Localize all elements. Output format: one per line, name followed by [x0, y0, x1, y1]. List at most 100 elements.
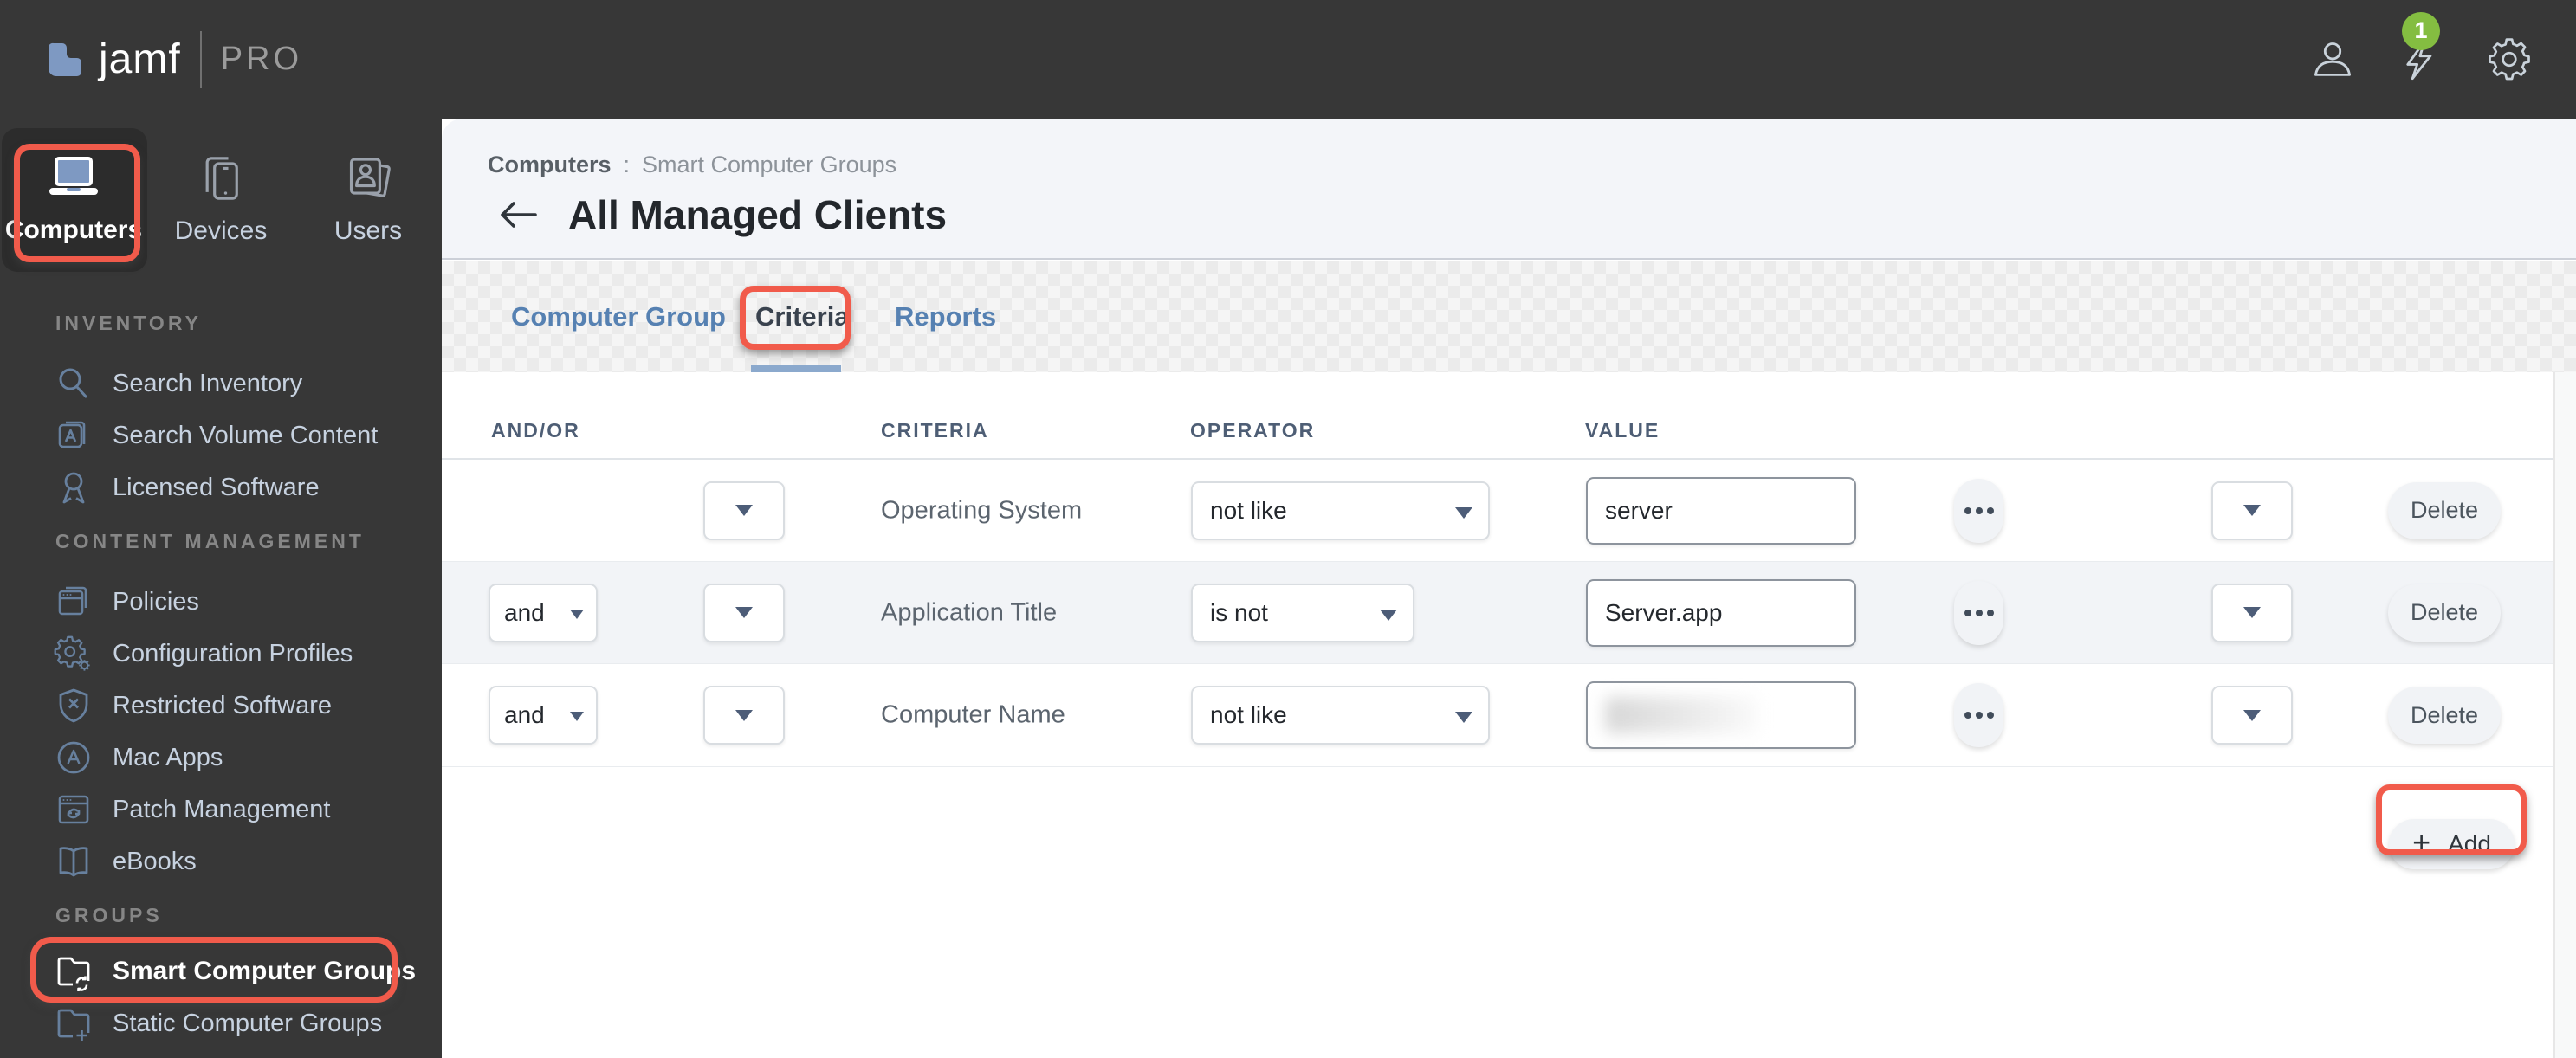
- delete-button[interactable]: Delete: [2388, 584, 2501, 642]
- chevron-down-icon: [735, 607, 753, 618]
- and-or-parenthesis-select[interactable]: [703, 583, 785, 642]
- delete-button[interactable]: Delete: [2388, 687, 2501, 744]
- breadcrumb: Computers : Smart Computer Groups: [488, 152, 896, 178]
- sidebar-tab-computers[interactable]: Computers: [0, 126, 147, 274]
- folder-plus-icon: [54, 1003, 94, 1043]
- app-store-icon: [54, 738, 94, 777]
- chevron-down-icon: [1455, 506, 1472, 519]
- page-header: Computers : Smart Computer Groups All Ma…: [442, 119, 2576, 260]
- back-arrow-icon[interactable]: [497, 198, 539, 231]
- sidebar-item-mac-apps[interactable]: Mac Apps: [0, 732, 442, 784]
- breadcrumb-separator: :: [623, 152, 631, 177]
- sidebar-item-smart-computer-groups[interactable]: Smart Computer Groups: [0, 945, 442, 997]
- row-dropdown[interactable]: [2211, 481, 2293, 540]
- operator-select[interactable]: not like: [1191, 481, 1490, 540]
- sidebar-section-groups: GROUPS: [55, 904, 163, 926]
- search-icon: [54, 364, 94, 403]
- column-header-value: VALUE: [1585, 419, 1660, 442]
- column-header-operator: OPERATOR: [1190, 419, 1316, 442]
- table-header-row: AND/OR CRITERIA OPERATOR VALUE: [442, 372, 2553, 460]
- sidebar-item-patch-management[interactable]: Patch Management: [0, 784, 442, 835]
- tab-criteria[interactable]: Criteria: [755, 301, 850, 332]
- value-input[interactable]: [1586, 681, 1856, 749]
- window-refresh-icon: [54, 790, 94, 829]
- ellipsis-icon: [1964, 506, 1971, 514]
- operator-select[interactable]: not like: [1191, 686, 1490, 745]
- window-pages-icon: [54, 582, 94, 622]
- row-dropdown[interactable]: [2211, 686, 2293, 745]
- chevron-down-icon: [1380, 609, 1397, 621]
- and-or-parenthesis-select[interactable]: [703, 481, 785, 540]
- notification-badge: 1: [2402, 11, 2440, 50]
- sidebar-item-ebooks[interactable]: eBooks: [0, 835, 442, 887]
- column-header-and-or: AND/OR: [491, 419, 580, 442]
- sidebar: Computers Devices Users INVENTORY Search…: [0, 119, 442, 1058]
- more-options-button[interactable]: [1954, 580, 2003, 645]
- tab-strip: Computer Group Criteria Reports: [442, 261, 2576, 386]
- jamf-logo-icon: [45, 40, 85, 80]
- chevron-down-icon: [735, 709, 753, 721]
- sidebar-item-policies[interactable]: Policies: [0, 576, 442, 628]
- chevron-down-icon: [2243, 607, 2261, 618]
- sidebar-item-search-inventory[interactable]: Search Inventory: [0, 358, 442, 410]
- sidebar-section-inventory: INVENTORY: [55, 312, 202, 334]
- sidebar-item-search-volume-content[interactable]: Search Volume Content: [0, 410, 442, 461]
- sidebar-tab-users[interactable]: Users: [294, 126, 442, 274]
- chevron-down-icon: [1455, 712, 1472, 723]
- row-dropdown[interactable]: [2211, 583, 2293, 642]
- shield-x-icon: [54, 686, 94, 726]
- ellipsis-icon: [1964, 609, 1971, 616]
- brand-logo: jamf PRO: [45, 0, 302, 119]
- operator-select[interactable]: is not: [1191, 583, 1414, 642]
- delete-button[interactable]: Delete: [2388, 481, 2501, 539]
- sidebar-section-content-management: CONTENT MANAGEMENT: [55, 530, 365, 552]
- top-bar: jamf PRO 1: [0, 0, 2576, 119]
- more-options-button[interactable]: [1954, 478, 2003, 543]
- chevron-down-icon: [570, 609, 584, 619]
- gears-icon: [54, 634, 94, 674]
- users-icon: [344, 154, 392, 203]
- plus-icon: +: [2412, 824, 2431, 860]
- sidebar-tab-label: Users: [333, 216, 403, 245]
- ellipsis-icon: [1964, 712, 1971, 719]
- value-input[interactable]: Server.app: [1586, 578, 1856, 647]
- brand-suffix: PRO: [220, 41, 303, 77]
- book-icon: [54, 842, 94, 881]
- sidebar-item-configuration-profiles[interactable]: Configuration Profiles: [0, 628, 442, 680]
- value-redacted: [1605, 697, 1757, 733]
- sidebar-item-static-computer-groups[interactable]: Static Computer Groups: [0, 997, 442, 1049]
- award-icon: [54, 468, 94, 507]
- lightning-icon[interactable]: 1: [2399, 11, 2443, 81]
- tab-reports[interactable]: Reports: [895, 301, 996, 332]
- laptop-icon: [46, 155, 101, 202]
- scrollbar-track[interactable]: [2553, 372, 2576, 1058]
- add-button[interactable]: + Add: [2389, 819, 2515, 869]
- breadcrumb-parent[interactable]: Computers: [488, 152, 612, 178]
- chevron-down-icon: [2243, 709, 2261, 721]
- brand-name: jamf: [99, 36, 181, 82]
- page-title: All Managed Clients: [568, 192, 948, 237]
- criteria-row: and Computer Name not like Delete: [442, 664, 2553, 767]
- main-content: Computers : Smart Computer Groups All Ma…: [442, 119, 2576, 1058]
- app-pages-icon: [54, 416, 94, 455]
- breadcrumb-current[interactable]: Smart Computer Groups: [642, 152, 896, 178]
- more-options-button[interactable]: [1954, 683, 2003, 747]
- user-icon[interactable]: [2311, 38, 2354, 81]
- criteria-table: AND/OR CRITERIA OPERATOR VALUE Operating…: [442, 372, 2576, 1058]
- sidebar-item-restricted-software[interactable]: Restricted Software: [0, 680, 442, 732]
- brand-divider: [199, 30, 202, 88]
- mobile-devices-icon: [197, 154, 245, 203]
- value-input[interactable]: server: [1586, 476, 1856, 545]
- gear-icon[interactable]: [2488, 37, 2531, 81]
- chevron-down-icon: [570, 712, 584, 721]
- sidebar-tab-label: Computers: [4, 216, 143, 244]
- criteria-row: and Application Title is not Server.app …: [442, 561, 2553, 664]
- sidebar-item-licensed-software[interactable]: Licensed Software: [0, 461, 442, 513]
- and-or-select[interactable]: and: [489, 583, 598, 642]
- chevron-down-icon: [735, 505, 753, 516]
- and-or-parenthesis-select[interactable]: [703, 686, 785, 745]
- chevron-down-icon: [2243, 505, 2261, 516]
- sidebar-tab-devices[interactable]: Devices: [147, 126, 294, 274]
- and-or-select[interactable]: and: [489, 686, 598, 745]
- tab-computer-group[interactable]: Computer Group: [511, 301, 726, 332]
